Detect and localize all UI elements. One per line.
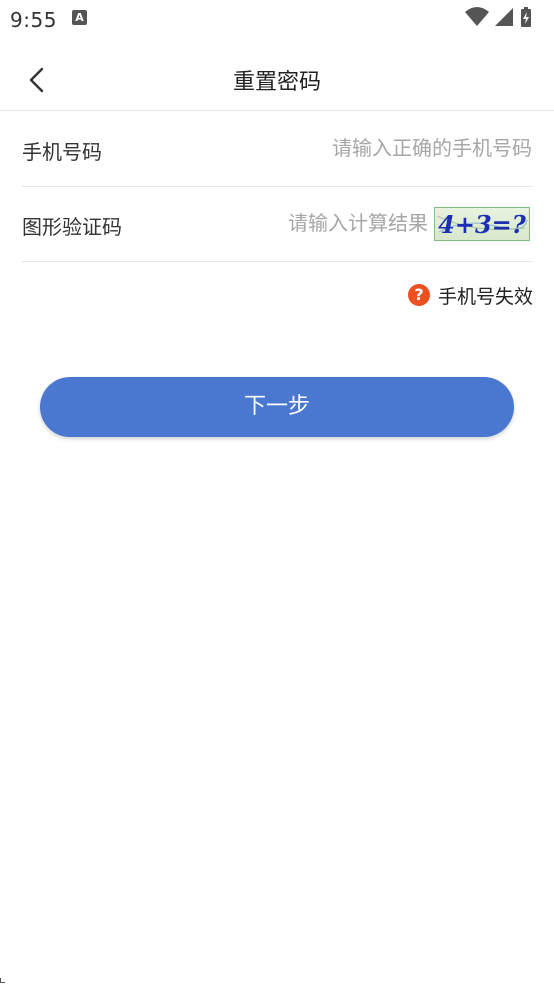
phone-invalid-hint: ? 手机号失效 bbox=[407, 282, 533, 308]
status-icons bbox=[464, 6, 544, 30]
corner-mark bbox=[0, 978, 5, 983]
status-bar: 9:55 A bbox=[0, 0, 554, 40]
phone-row: 手机号码 bbox=[22, 112, 532, 187]
chevron-left-icon[interactable] bbox=[24, 66, 52, 94]
captcha-row: 图形验证码 4+3=? bbox=[22, 187, 532, 262]
title-bar: 重置密码 bbox=[0, 50, 554, 111]
app-notification-icon: A bbox=[72, 10, 87, 25]
phone-label: 手机号码 bbox=[22, 140, 102, 164]
captcha-input[interactable] bbox=[152, 207, 428, 239]
question-circle-icon: ? bbox=[407, 284, 430, 306]
captcha-image[interactable]: 4+3=? bbox=[434, 207, 530, 241]
captcha-text: 4+3=? bbox=[438, 210, 527, 239]
captcha-image-graphic: 4+3=? bbox=[436, 210, 528, 239]
battery-charging-icon bbox=[521, 7, 531, 27]
wifi-icon bbox=[465, 7, 489, 26]
cell-signal-icon bbox=[495, 8, 513, 26]
phone-input[interactable] bbox=[162, 132, 532, 164]
captcha-label: 图形验证码 bbox=[22, 215, 122, 239]
next-button[interactable]: 下一步 bbox=[40, 377, 514, 437]
status-time: 9:55 bbox=[10, 8, 57, 32]
page-title: 重置密码 bbox=[232, 70, 321, 95]
hint-text: 手机号失效 bbox=[437, 285, 533, 308]
